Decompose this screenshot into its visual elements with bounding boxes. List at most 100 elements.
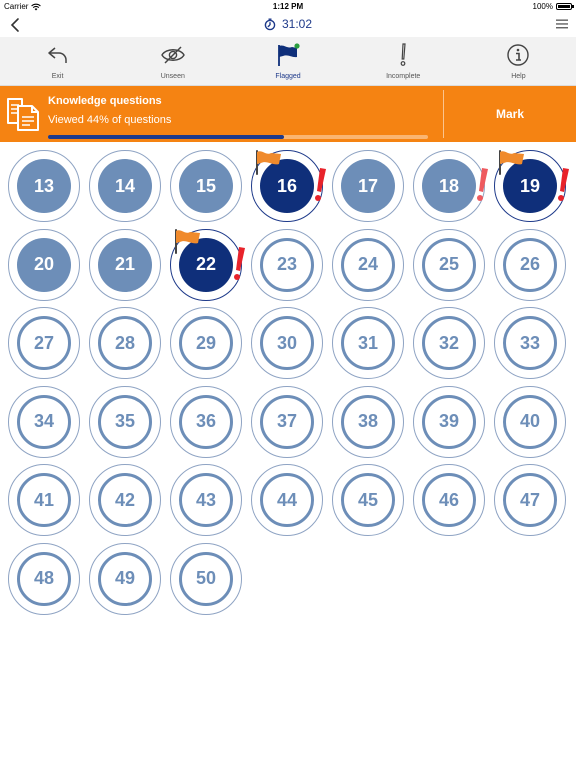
question-28-button[interactable]: 28	[89, 307, 161, 379]
question-36-button[interactable]: 36	[170, 385, 242, 458]
section-title: Knowledge questions	[48, 95, 162, 107]
unseen-label: Unseen	[160, 73, 185, 80]
question-26-button[interactable]: 26	[494, 228, 566, 301]
question-number: 46	[422, 473, 476, 527]
question-35-button[interactable]: 35	[89, 385, 161, 458]
question-number: 33	[503, 316, 557, 370]
exclamation-icon	[400, 43, 406, 66]
question-47-button[interactable]: 47	[494, 464, 566, 536]
question-38-button[interactable]: 38	[332, 385, 404, 458]
question-34-button[interactable]: 34	[8, 385, 80, 458]
help-button[interactable]: Help	[461, 37, 576, 85]
incomplete-button[interactable]: Incomplete	[346, 37, 461, 85]
question-25-button[interactable]: 25	[413, 228, 485, 301]
question-number: 48	[17, 551, 71, 606]
filter-toolbar: Exit Unseen Flagged Incomplete Help	[0, 37, 576, 86]
question-number: 28	[98, 316, 152, 370]
question-17-button[interactable]: 17	[332, 150, 404, 222]
question-45-button[interactable]: 45	[332, 464, 404, 536]
question-number: 40	[503, 394, 557, 449]
question-33-button[interactable]: 33	[494, 307, 566, 379]
question-number: 21	[98, 237, 152, 292]
question-number: 43	[179, 473, 233, 527]
alert-exclamation-icon	[477, 168, 488, 201]
question-50-button[interactable]: 50	[170, 542, 242, 615]
question-number: 42	[98, 473, 152, 527]
question-number: 47	[503, 473, 557, 527]
exit-label: Exit	[51, 73, 64, 80]
documents-icon	[7, 98, 39, 131]
question-number: 24	[341, 237, 395, 292]
question-24-button[interactable]: 24	[332, 228, 404, 301]
question-number: 20	[17, 237, 71, 292]
help-label: Help	[511, 73, 526, 80]
question-number: 41	[17, 473, 71, 527]
eye-slash-icon	[160, 46, 185, 64]
mark-button[interactable]: Mark	[444, 86, 576, 142]
question-48-button[interactable]: 48	[8, 542, 80, 615]
question-49-button[interactable]: 49	[89, 542, 161, 615]
question-37-button[interactable]: 37	[251, 385, 323, 458]
timer-value: 31:02	[281, 17, 313, 31]
question-30-button[interactable]: 30	[251, 307, 323, 379]
question-13-button[interactable]: 13	[8, 150, 80, 222]
alert-exclamation-icon	[558, 168, 569, 201]
question-number: 26	[503, 237, 557, 292]
question-32-button[interactable]: 32	[413, 307, 485, 379]
question-16-button[interactable]: 16	[251, 150, 326, 222]
status-time: 1:12 PM	[272, 2, 304, 11]
orange-flag-icon	[499, 150, 524, 175]
battery-percent: 100%	[532, 2, 553, 11]
battery-icon	[556, 3, 574, 10]
status-bar: Carrier 1:12 PM 100%	[0, 0, 576, 13]
question-number: 34	[17, 394, 71, 449]
question-23-button[interactable]: 23	[251, 228, 323, 301]
question-number: 25	[422, 237, 476, 292]
question-18-button[interactable]: 18	[413, 150, 488, 222]
alert-exclamation-icon	[315, 168, 326, 201]
question-46-button[interactable]: 46	[413, 464, 485, 536]
question-29-button[interactable]: 29	[170, 307, 242, 379]
question-number: 37	[260, 394, 314, 449]
question-number: 39	[422, 394, 476, 449]
question-number: 38	[341, 394, 395, 449]
question-43-button[interactable]: 43	[170, 464, 242, 536]
question-number: 50	[179, 551, 233, 606]
question-number: 27	[17, 316, 71, 370]
question-number: 13	[17, 159, 71, 213]
orange-flag-icon	[175, 228, 200, 254]
flagged-label: Flagged	[275, 73, 301, 80]
question-number: 23	[260, 237, 314, 292]
question-14-button[interactable]: 14	[89, 150, 161, 222]
question-27-button[interactable]: 27	[8, 307, 80, 379]
question-number: 15	[179, 159, 233, 213]
progress-bar	[48, 135, 428, 139]
question-22-button[interactable]: 22	[170, 228, 245, 301]
nav-bar: 31:02	[0, 13, 576, 37]
question-number: 17	[341, 159, 395, 213]
undo-arrow-icon	[47, 47, 67, 63]
hamburger-menu-icon[interactable]	[556, 19, 568, 29]
question-42-button[interactable]: 42	[89, 464, 161, 536]
question-20-button[interactable]: 20	[8, 228, 80, 301]
section-banner: Knowledge questions Viewed 44% of questi…	[0, 86, 576, 142]
question-number: 32	[422, 316, 476, 370]
incomplete-label: Incomplete	[386, 73, 421, 80]
question-number: 30	[260, 316, 314, 370]
question-number: 44	[260, 473, 314, 527]
question-44-button[interactable]: 44	[251, 464, 323, 536]
question-number: 36	[179, 394, 233, 449]
question-number: 18	[422, 159, 476, 213]
exam-timer: 31:02	[0, 17, 576, 31]
question-39-button[interactable]: 39	[413, 385, 485, 458]
flagged-button[interactable]: Flagged	[230, 37, 345, 85]
question-21-button[interactable]: 21	[89, 228, 161, 301]
battery-info: 100%	[532, 2, 574, 11]
question-41-button[interactable]: 41	[8, 464, 80, 536]
question-15-button[interactable]: 15	[170, 150, 242, 222]
unseen-button[interactable]: Unseen	[115, 37, 230, 85]
question-31-button[interactable]: 31	[332, 307, 404, 379]
exit-button[interactable]: Exit	[0, 37, 115, 85]
question-40-button[interactable]: 40	[494, 385, 566, 458]
question-19-button[interactable]: 19	[494, 150, 569, 222]
